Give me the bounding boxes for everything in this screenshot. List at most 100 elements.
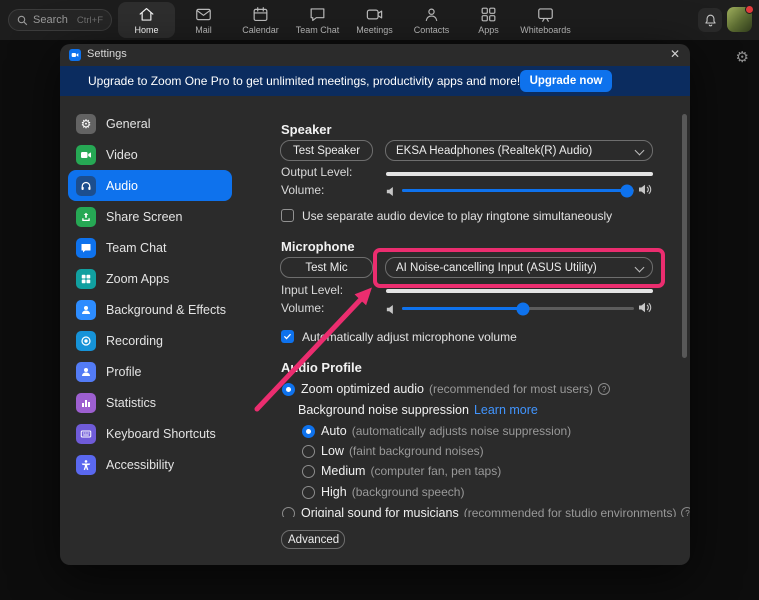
slider-fill: [402, 307, 523, 310]
nav-item-mail[interactable]: Mail: [175, 2, 232, 38]
ringtone-checkbox[interactable]: [281, 209, 294, 222]
sidebar-item-label: General: [106, 117, 150, 131]
nav-item-contacts[interactable]: Contacts: [403, 2, 460, 38]
suppression-high-row: High (background speech): [321, 485, 464, 499]
nav-label: Apps: [478, 25, 499, 35]
settings-window-icon: [69, 49, 81, 61]
advanced-button[interactable]: Advanced: [281, 530, 345, 549]
help-icon[interactable]: ?: [681, 507, 690, 517]
sidebar-item-label: Video: [106, 148, 138, 162]
record-icon: [76, 331, 96, 351]
microphone-device-value: AI Noise-cancelling Input (ASUS Utility): [396, 262, 597, 274]
option-desc: (faint background noises): [349, 444, 484, 458]
test-speaker-button[interactable]: Test Speaker: [280, 140, 373, 161]
nav-item-home[interactable]: Home: [118, 2, 175, 38]
nav-item-meetings[interactable]: Meetings: [346, 2, 403, 38]
output-level-label: Output Level:: [281, 165, 352, 179]
mic-volume-slider[interactable]: [402, 307, 634, 310]
nav-label: Team Chat: [296, 25, 340, 35]
sidebar-item-label: Share Screen: [106, 210, 182, 224]
suppression-high-radio[interactable]: [302, 486, 315, 499]
original-sound-label: Original sound for musicians: [301, 506, 459, 517]
nav-label: Calendar: [242, 25, 279, 35]
suppression-auto-row: Auto (automatically adjusts noise suppre…: [321, 424, 571, 438]
sidebar-item-profile[interactable]: Profile: [68, 356, 232, 387]
sidebar-item-keyboard-shortcuts[interactable]: Keyboard Shortcuts: [68, 418, 232, 449]
original-sound-row: Original sound for musicians (recommende…: [301, 506, 690, 517]
audio-profile-heading: Audio Profile: [281, 360, 362, 375]
speaker-device-value: EKSA Headphones (Realtek(R) Audio): [396, 145, 592, 157]
microphone-device-dropdown[interactable]: AI Noise-cancelling Input (ASUS Utility): [385, 257, 653, 278]
option-label: Medium: [321, 464, 365, 478]
nav-label: Mail: [195, 25, 212, 35]
volume-low-icon: [386, 302, 398, 320]
sidebar-item-label: Zoom Apps: [106, 272, 169, 286]
sidebar-item-video[interactable]: Video: [68, 139, 232, 170]
search-input[interactable]: Search Ctrl+F: [8, 9, 112, 31]
sidebar-item-label: Profile: [106, 365, 141, 379]
option-label: Auto: [321, 424, 347, 438]
team-chat-icon: [308, 5, 327, 24]
suppression-medium-row: Medium (computer fan, pen taps): [321, 464, 501, 478]
zoom-optimized-label: Zoom optimized audio: [301, 382, 424, 396]
home-icon: [137, 5, 156, 24]
nav-label: Whiteboards: [520, 25, 571, 35]
nav-item-team-chat[interactable]: Team Chat: [289, 2, 346, 38]
nav-item-calendar[interactable]: Calendar: [232, 2, 289, 38]
close-icon[interactable]: ✕: [670, 47, 680, 61]
test-mic-button[interactable]: Test Mic: [280, 257, 373, 278]
sidebar-item-background-effects[interactable]: Background & Effects: [68, 294, 232, 325]
sidebar-item-label: Keyboard Shortcuts: [106, 427, 216, 441]
topbar: Search Ctrl+F Home Mail Calendar Team Ch…: [0, 0, 759, 40]
sidebar-item-label: Accessibility: [106, 458, 174, 472]
sidebar-item-share-screen[interactable]: Share Screen: [68, 201, 232, 232]
sidebar-item-audio[interactable]: Audio: [68, 170, 232, 201]
auto-adjust-checkbox-label: Automatically adjust microphone volume: [302, 330, 517, 344]
suppression-row: Background noise suppression Learn more: [298, 403, 538, 417]
sidebar-item-accessibility[interactable]: Accessibility: [68, 449, 232, 480]
sidebar-item-recording[interactable]: Recording: [68, 325, 232, 356]
video-camera-icon: [76, 145, 96, 165]
settings-sidebar: ⚙ General Video Audio Share Screen Team …: [60, 96, 280, 565]
sidebar-item-statistics[interactable]: Statistics: [68, 387, 232, 418]
output-level-meter: [386, 172, 653, 176]
upgrade-now-button[interactable]: Upgrade now: [520, 70, 612, 92]
mic-volume-label: Volume:: [281, 301, 324, 315]
avatar[interactable]: [727, 7, 752, 32]
suppression-low-radio[interactable]: [302, 445, 315, 458]
nav-item-apps[interactable]: Apps: [460, 2, 517, 38]
settings-window: Settings ✕ Upgrade to Zoom One Pro to ge…: [60, 44, 690, 565]
help-icon[interactable]: ?: [598, 383, 610, 395]
chevron-down-icon: [635, 263, 645, 273]
contacts-icon: [422, 5, 441, 24]
original-sound-desc: (recommended for studio environments): [464, 506, 677, 517]
zoom-optimized-radio[interactable]: [282, 383, 295, 396]
option-label: Low: [321, 444, 344, 458]
top-nav: Home Mail Calendar Team Chat Meetings Co…: [118, 2, 574, 38]
settings-gear-icon[interactable]: ⚙: [736, 48, 749, 66]
apps-icon: [479, 5, 498, 24]
nav-item-whiteboards[interactable]: Whiteboards: [517, 2, 574, 38]
slider-thumb[interactable]: [621, 184, 634, 197]
speaker-volume-slider[interactable]: [402, 189, 634, 192]
suppression-auto-radio[interactable]: [302, 425, 315, 438]
nav-label: Meetings: [356, 25, 393, 35]
apps-grid-icon: [76, 269, 96, 289]
window-title: Settings: [87, 48, 127, 60]
scrollbar-thumb[interactable]: [682, 114, 687, 358]
sidebar-item-zoom-apps[interactable]: Zoom Apps: [68, 263, 232, 294]
learn-more-link[interactable]: Learn more: [474, 403, 538, 417]
suppression-medium-radio[interactable]: [302, 465, 315, 478]
speaker-volume-label: Volume:: [281, 183, 324, 197]
notifications-button[interactable]: [698, 8, 722, 32]
slider-thumb[interactable]: [516, 302, 529, 315]
suppression-low-row: Low (faint background noises): [321, 444, 484, 458]
sidebar-item-team-chat[interactable]: Team Chat: [68, 232, 232, 263]
speaker-device-dropdown[interactable]: EKSA Headphones (Realtek(R) Audio): [385, 140, 653, 161]
sidebar-item-label: Audio: [106, 179, 138, 193]
original-sound-radio[interactable]: [282, 507, 295, 517]
auto-adjust-checkbox[interactable]: [281, 330, 294, 343]
window-titlebar: Settings ✕: [60, 44, 690, 66]
search-icon: [17, 15, 28, 26]
sidebar-item-general[interactable]: ⚙ General: [68, 108, 232, 139]
